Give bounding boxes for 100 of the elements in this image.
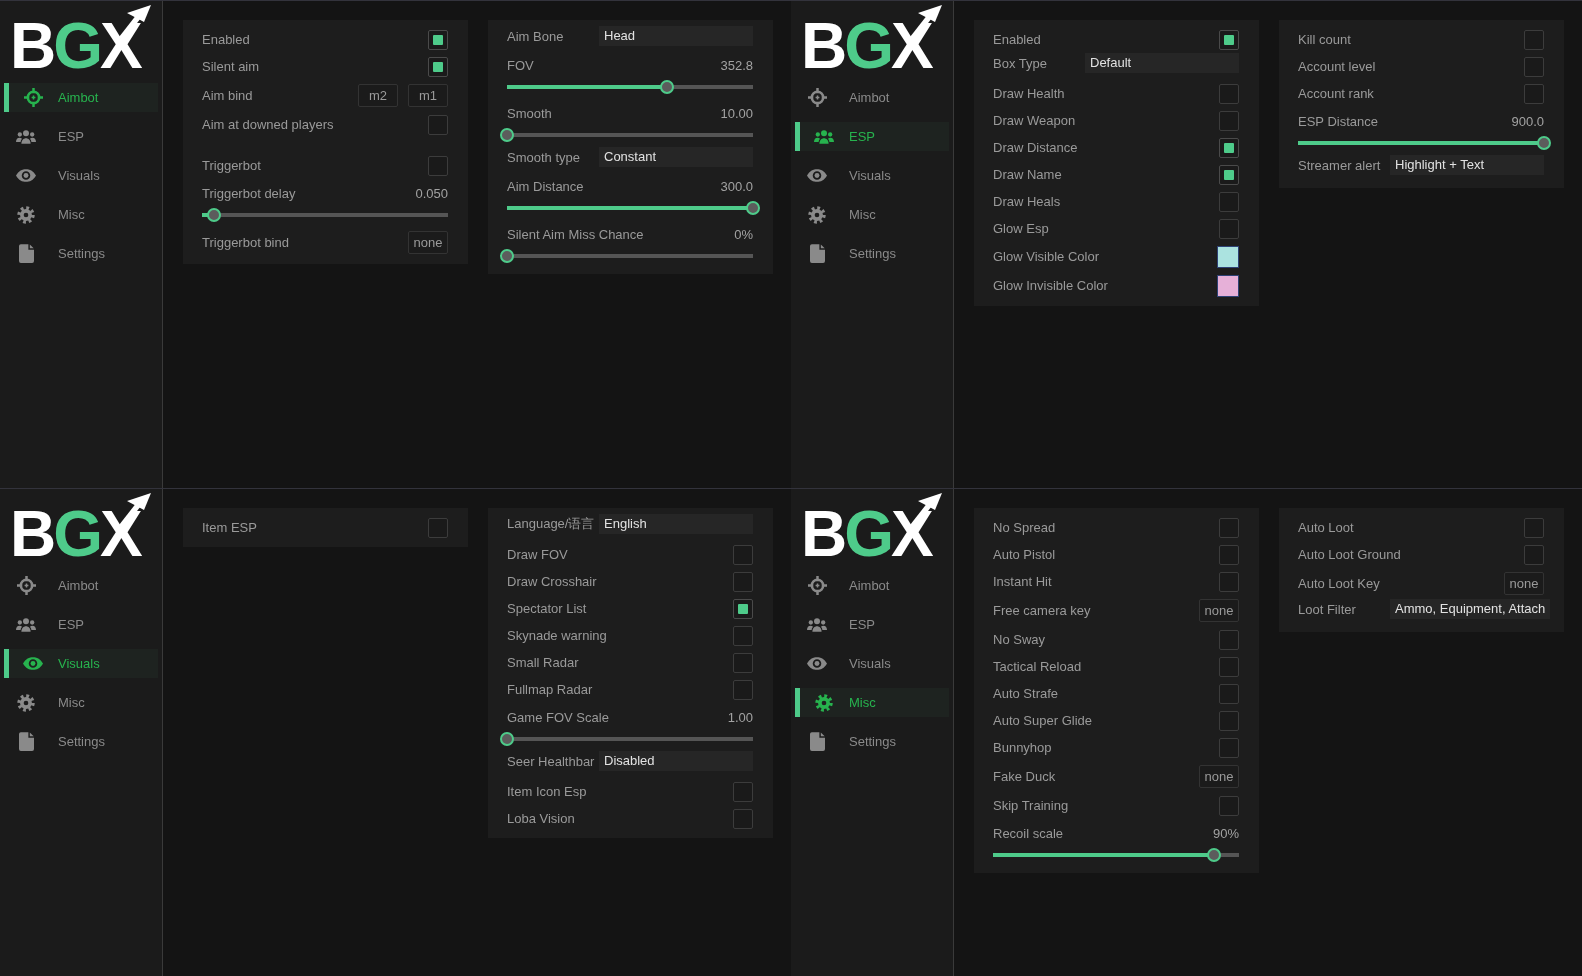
checkbox[interactable] — [733, 544, 753, 565]
nav-item[interactable]: Aimbot — [4, 571, 158, 600]
nav-item[interactable]: Misc — [795, 200, 949, 229]
slider-value: 10.00 — [720, 105, 753, 121]
checkbox[interactable] — [428, 114, 448, 135]
checkbox[interactable] — [428, 29, 448, 50]
checkbox[interactable] — [1219, 737, 1239, 758]
file-icon — [809, 244, 825, 263]
slider-thumb[interactable] — [1207, 848, 1222, 862]
checkbox[interactable] — [1524, 29, 1544, 50]
checkbox[interactable] — [1524, 517, 1544, 538]
gear-icon — [17, 693, 35, 712]
setting-label: Triggerbot bind — [202, 235, 289, 250]
nav-item[interactable]: Aimbot — [4, 83, 158, 112]
checkbox[interactable] — [733, 652, 753, 673]
setting-label: Account rank — [1298, 86, 1374, 101]
checkbox[interactable] — [733, 808, 753, 829]
checkbox[interactable] — [733, 781, 753, 802]
nav-item[interactable]: ESP — [795, 122, 949, 151]
nav-item[interactable]: Misc — [4, 200, 158, 229]
setting-label: Small Radar — [507, 655, 579, 670]
checkbox[interactable] — [428, 56, 448, 77]
dropdown[interactable]: Constant — [599, 147, 753, 167]
keybind-button[interactable]: none — [1504, 572, 1544, 595]
slider-thumb[interactable] — [207, 208, 222, 222]
slider-thumb[interactable] — [1537, 136, 1551, 150]
checkbox[interactable] — [1219, 218, 1239, 239]
setting-label: Seer Healthbar — [507, 753, 596, 769]
dropdown[interactable]: Highlight + Text — [1390, 155, 1544, 175]
checkbox[interactable] — [1524, 83, 1544, 104]
people-icon — [16, 128, 36, 145]
checkbox[interactable] — [733, 679, 753, 700]
nav-item[interactable]: Visuals — [795, 161, 949, 190]
checkbox[interactable] — [1219, 191, 1239, 212]
keybind-button[interactable]: none — [1199, 765, 1239, 788]
people-icon — [16, 616, 36, 633]
nav-item[interactable]: Misc — [795, 688, 949, 717]
slider-thumb[interactable] — [500, 732, 514, 746]
nav-item[interactable]: Settings — [4, 727, 158, 756]
nav-item[interactable]: ESP — [4, 122, 158, 151]
checkbox[interactable] — [1524, 544, 1544, 565]
checkbox[interactable] — [428, 517, 448, 538]
checkbox[interactable] — [1524, 56, 1544, 77]
slider-thumb[interactable] — [500, 249, 514, 263]
keybind-button[interactable]: m2 — [358, 84, 398, 107]
checkbox[interactable] — [428, 155, 448, 176]
eye-icon — [16, 169, 36, 182]
checkbox[interactable] — [1219, 710, 1239, 731]
nav-item[interactable]: ESP — [4, 610, 158, 639]
slider-thumb[interactable] — [746, 201, 760, 215]
setting-label: Kill count — [1298, 32, 1351, 47]
setting-label: Box Type — [993, 55, 1048, 71]
checkbox[interactable] — [1219, 795, 1239, 816]
checkbox[interactable] — [1219, 164, 1239, 185]
checkbox[interactable] — [733, 571, 753, 592]
dropdown[interactable]: Ammo, Equipment, Attach — [1390, 599, 1551, 619]
checkbox[interactable] — [1219, 571, 1239, 592]
keybind-button[interactable]: none — [408, 231, 448, 254]
dropdown[interactable]: Default — [1085, 53, 1239, 73]
checkbox[interactable] — [1219, 517, 1239, 538]
setting-label: Glow Visible Color — [993, 249, 1099, 264]
checkbox[interactable] — [1219, 656, 1239, 677]
checkbox[interactable] — [1219, 137, 1239, 158]
color-swatch-icon[interactable] — [1217, 245, 1239, 268]
gear-icon — [815, 693, 833, 712]
dropdown[interactable]: Head — [599, 26, 753, 46]
setting-label: Bunnyhop — [993, 740, 1052, 755]
checkbox[interactable] — [733, 598, 753, 619]
checkbox[interactable] — [1219, 110, 1239, 131]
checkbox[interactable] — [1219, 683, 1239, 704]
nav-item[interactable]: Settings — [795, 239, 949, 268]
color-swatch-icon[interactable] — [1217, 274, 1239, 297]
nav-item[interactable]: Visuals — [4, 161, 158, 190]
nav-item[interactable]: Aimbot — [795, 83, 949, 112]
slider-thumb[interactable] — [659, 80, 674, 94]
slider-thumb[interactable] — [500, 128, 514, 142]
nav-item[interactable]: Settings — [795, 727, 949, 756]
nav-item[interactable]: Visuals — [4, 649, 158, 678]
checkbox[interactable] — [1219, 29, 1239, 50]
checkbox[interactable] — [1219, 544, 1239, 565]
dropdown[interactable]: Disabled — [599, 751, 753, 771]
checkbox[interactable] — [733, 625, 753, 646]
keybind-button[interactable]: none — [1199, 599, 1239, 622]
setting-label: Draw Weapon — [993, 113, 1076, 128]
nav-item[interactable]: Misc — [4, 688, 158, 717]
checkbox[interactable] — [1219, 83, 1239, 104]
keybind-button[interactable]: m1 — [408, 84, 448, 107]
people-icon — [814, 128, 834, 145]
nav-item[interactable]: Aimbot — [795, 571, 949, 600]
setting-label: Auto Pistol — [993, 547, 1056, 562]
nav-item[interactable]: ESP — [795, 610, 949, 639]
setting-label: Glow Esp — [993, 221, 1049, 236]
nav-item[interactable]: Visuals — [795, 649, 949, 678]
setting-label: ESP Distance — [1298, 113, 1378, 129]
setting-label: FOV — [507, 57, 534, 73]
checkbox[interactable] — [1219, 629, 1239, 650]
setting-label: Draw Crosshair — [507, 574, 597, 589]
nav-item[interactable]: Settings — [4, 239, 158, 268]
dropdown[interactable]: English — [599, 514, 753, 534]
setting-label: No Sway — [993, 632, 1046, 647]
